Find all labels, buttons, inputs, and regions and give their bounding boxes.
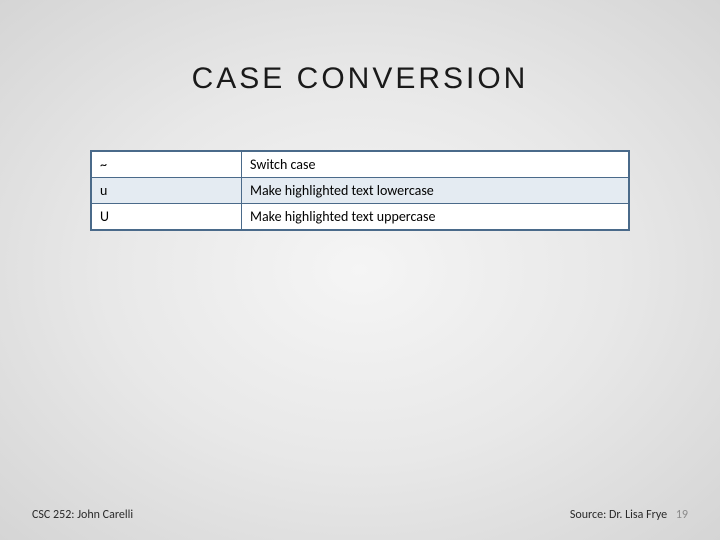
- table: ~ Switch case u Make highlighted text lo…: [91, 151, 629, 230]
- slide: CASE CONVERSION ~ Switch case u Make hig…: [0, 0, 720, 540]
- desc-cell: Make highlighted text uppercase: [242, 204, 629, 230]
- slide-title: CASE CONVERSION: [0, 62, 720, 96]
- case-conversion-table: ~ Switch case u Make highlighted text lo…: [90, 150, 630, 231]
- desc-cell: Make highlighted text lowercase: [242, 178, 629, 204]
- page-number: 19: [676, 508, 688, 522]
- footer-author: CSC 252: John Carelli: [32, 508, 133, 522]
- table-row: ~ Switch case: [92, 152, 629, 178]
- footer-source: Source: Dr. Lisa Frye: [570, 508, 667, 522]
- footer-right: Source: Dr. Lisa Frye 19: [570, 508, 688, 522]
- table-row: U Make highlighted text uppercase: [92, 204, 629, 230]
- key-cell: U: [92, 204, 242, 230]
- key-cell: u: [92, 178, 242, 204]
- desc-cell: Switch case: [242, 152, 629, 178]
- table-row: u Make highlighted text lowercase: [92, 178, 629, 204]
- key-cell: ~: [92, 152, 242, 178]
